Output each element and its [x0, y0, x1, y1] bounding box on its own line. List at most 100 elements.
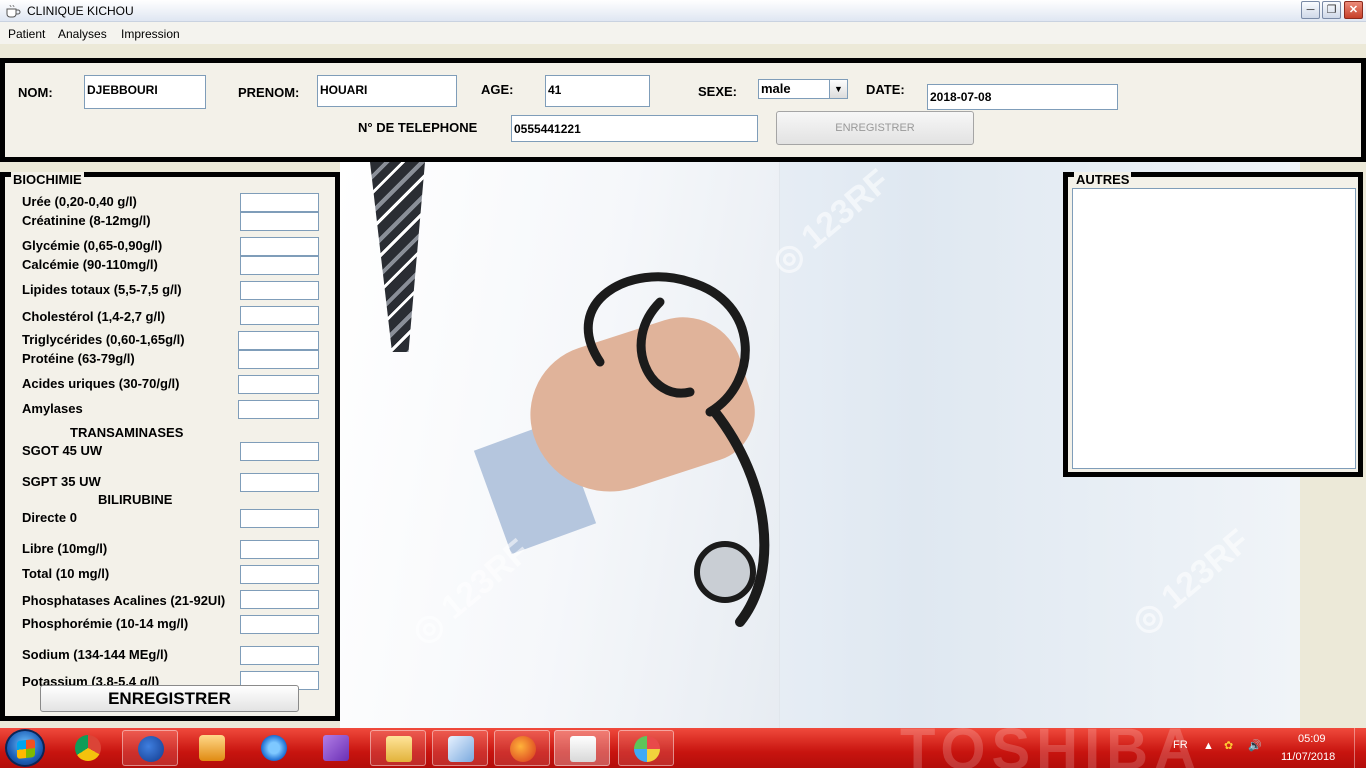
acides-uriques-input[interactable] [238, 375, 319, 394]
uree-input[interactable] [240, 193, 319, 212]
chrome-icon [75, 735, 101, 761]
volume-icon[interactable]: 🔊 [1248, 739, 1262, 752]
taskbar-file-explorer[interactable] [370, 730, 426, 766]
menu-bar: Patient Analyses Impression [0, 22, 1366, 44]
coffee-cup-icon [6, 4, 21, 18]
date-label: DATE: [866, 82, 905, 97]
test-label: Créatinine (8-12mg/l) [22, 213, 151, 228]
sodium-input[interactable] [240, 646, 319, 665]
toshiba-watermark: TOSHIBA [900, 717, 1202, 768]
test-label: Calcémie (90-110mg/l) [22, 257, 158, 272]
age-label: AGE: [481, 82, 514, 97]
title-bar: CLINIQUE KICHOU ─ ❐ ✕ [0, 0, 1366, 22]
chevron-down-icon[interactable]: ▼ [829, 80, 847, 98]
nom-label: NOM: [18, 85, 53, 100]
test-label: Sodium (134-144 MEg/l) [22, 647, 168, 662]
minimize-button[interactable]: ─ [1301, 1, 1320, 19]
test-label: Phosphatases Acalines (21-92Ul) [22, 593, 226, 608]
taskbar-media-player[interactable] [184, 730, 240, 766]
directe-input[interactable] [240, 509, 319, 528]
windows-logo-icon [17, 739, 35, 759]
close-icon: ✕ [1348, 4, 1359, 16]
java-icon [570, 736, 596, 762]
save-patient-button[interactable]: ENREGISTRER [776, 111, 974, 145]
creatinine-input[interactable] [240, 212, 319, 231]
stethoscope-icon [583, 272, 770, 627]
prenom-field[interactable]: HOUARI [317, 75, 457, 107]
taskbar-virtualbox[interactable] [432, 730, 488, 766]
prenom-label: PRENOM: [238, 85, 300, 100]
test-label: Total (10 mg/l) [22, 566, 110, 581]
taskbar-firefox-2[interactable] [494, 730, 550, 766]
date-field[interactable]: 2018-07-08 [927, 84, 1118, 110]
close-button[interactable]: ✕ [1344, 1, 1363, 19]
biochimie-panel: BIOCHIMIE Urée (0,20-0,40 g/l) Créatinin… [0, 172, 340, 721]
taskbar-visual-studio[interactable] [308, 730, 364, 766]
taskbar-chrome[interactable] [60, 730, 116, 766]
language-indicator[interactable]: FR [1173, 739, 1188, 751]
phosphoremie-input[interactable] [240, 615, 319, 634]
test-label: Acides uriques (30-70/g/l) [22, 376, 180, 391]
proteine-input[interactable] [238, 350, 319, 369]
sexe-select[interactable]: male ▼ [758, 79, 848, 99]
test-label: Lipides totaux (5,5-7,5 g/l) [22, 282, 182, 297]
test-label: Amylases [22, 401, 83, 416]
total-input[interactable] [240, 565, 319, 584]
taskbar-internet-explorer[interactable] [246, 730, 302, 766]
taskbar-java[interactable] [554, 730, 610, 766]
virtualbox-icon [448, 736, 474, 762]
maximize-button[interactable]: ❐ [1322, 1, 1341, 19]
test-label: SGPT 35 UW [22, 474, 101, 489]
avast-icon[interactable]: ✿ [1224, 739, 1233, 752]
triglycerides-input[interactable] [238, 331, 319, 350]
phosphatases-input[interactable] [240, 590, 319, 609]
menu-analyses[interactable]: Analyses [58, 27, 107, 41]
menu-impression[interactable]: Impression [121, 27, 180, 41]
clock-date[interactable]: 11/07/2018 [1281, 751, 1335, 763]
start-button[interactable] [5, 729, 45, 767]
menu-patient[interactable]: Patient [8, 27, 45, 41]
transaminases-heading: TRANSAMINASES [70, 425, 184, 440]
amylases-input[interactable] [238, 400, 319, 419]
test-label: Protéine (63-79g/l) [22, 351, 135, 366]
sgot-input[interactable] [240, 442, 319, 461]
lipides-input[interactable] [240, 281, 319, 300]
taskbar: TOSHIBA FR ▲ ✿ 🔊 05:09 11/07/2018 [0, 717, 1366, 768]
calcemie-input[interactable] [240, 256, 319, 275]
autres-panel: AUTRES [1063, 172, 1363, 477]
visual-studio-icon [323, 735, 349, 761]
taskbar-firefox-1[interactable] [122, 730, 178, 766]
sexe-selected-value: male [761, 81, 791, 96]
taskbar-paint[interactable] [618, 730, 674, 766]
test-label: SGOT 45 UW [22, 443, 103, 458]
bilirubine-heading: BILIRUBINE [98, 492, 173, 507]
clock-time[interactable]: 05:09 [1298, 733, 1326, 745]
show-desktop-button[interactable] [1354, 728, 1366, 768]
test-label: Urée (0,20-0,40 g/l) [22, 194, 137, 209]
biochimie-title: BIOCHIMIE [11, 172, 84, 187]
test-label: Phosphorémie (10-14 mg/l) [22, 616, 189, 631]
autres-textarea[interactable] [1072, 188, 1356, 469]
glycemie-input[interactable] [240, 237, 319, 256]
file-explorer-icon [386, 736, 412, 762]
save-analyses-button[interactable]: ENREGISTRER [40, 685, 299, 712]
telephone-field[interactable]: 0555441221 [511, 115, 758, 142]
sexe-label: SEXE: [698, 84, 738, 99]
minimize-icon: ─ [1306, 4, 1315, 16]
test-label: Glycémie (0,65-0,90g/l) [22, 238, 163, 253]
watermark-shape: ◎ 123RF [764, 162, 897, 282]
paint-icon [634, 736, 660, 762]
test-label: Cholestérol (1,4-2,7 g/l) [22, 309, 166, 324]
maximize-icon: ❐ [1326, 4, 1337, 16]
sgpt-input[interactable] [240, 473, 319, 492]
show-hidden-icons-icon[interactable]: ▲ [1203, 740, 1214, 752]
test-label: Directe 0 [22, 510, 77, 525]
age-field[interactable]: 41 [545, 75, 650, 107]
cholesterol-input[interactable] [240, 306, 319, 325]
nom-field[interactable]: DJEBBOURI [84, 75, 206, 109]
firefox-icon [510, 736, 536, 762]
libre-input[interactable] [240, 540, 319, 559]
telephone-label: N° DE TELEPHONE [358, 120, 478, 135]
internet-explorer-icon [261, 735, 287, 761]
autres-title: AUTRES [1074, 172, 1132, 187]
